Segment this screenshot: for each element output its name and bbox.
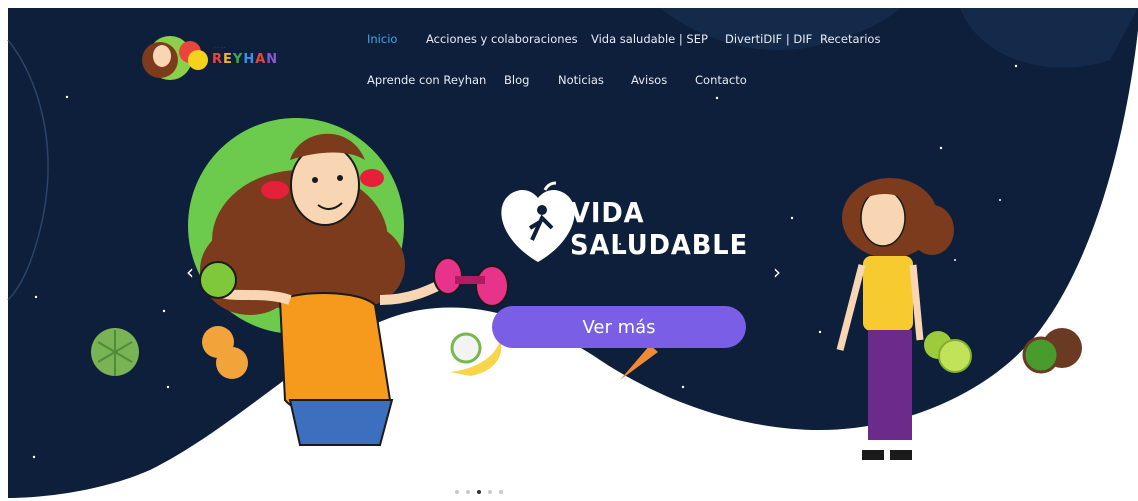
headline-line-2: SALUDABLE <box>570 228 749 261</box>
nav-item-inicio[interactable]: Inicio <box>367 32 397 46</box>
nav-item-contacto[interactable]: Contacto <box>695 73 747 87</box>
nav-item-blog[interactable]: Blog <box>504 73 529 87</box>
nav-item-vida-saludable[interactable]: Vida saludable | SEP <box>591 32 708 46</box>
nav-item-acciones[interactable]: Acciones y colaboraciones <box>426 32 578 46</box>
carousel-dot[interactable] <box>455 490 459 494</box>
nav-item-avisos[interactable]: Avisos <box>631 73 667 87</box>
nav-item-recetarios[interactable]: Recetarios <box>820 32 880 46</box>
nav-item-divertidif[interactable]: DivertiDIF | DIF <box>725 32 812 46</box>
headline-line-1: VIDA <box>570 196 645 229</box>
carousel-dot[interactable] <box>488 490 492 494</box>
hero-headline: VIDA SALUDABLE <box>570 197 748 261</box>
main-nav: Inicio Acciones y colaboraciones Vida sa… <box>0 0 1138 110</box>
chevron-left-icon[interactable]: ‹ <box>186 260 194 284</box>
carousel-dot[interactable] <box>499 490 503 494</box>
ver-mas-button[interactable]: Ver más <box>492 306 746 348</box>
carousel-dot[interactable] <box>466 490 470 494</box>
nav-item-aprende[interactable]: Aprende con Reyhan <box>367 73 486 87</box>
carousel-dot[interactable] <box>477 490 481 494</box>
chevron-right-icon[interactable]: › <box>773 260 781 284</box>
hero-slider: · · · · REYHAN Inicio Acciones y colabor… <box>0 0 1138 501</box>
carousel-indicators <box>455 490 503 494</box>
nav-item-noticias[interactable]: Noticias <box>558 73 604 87</box>
